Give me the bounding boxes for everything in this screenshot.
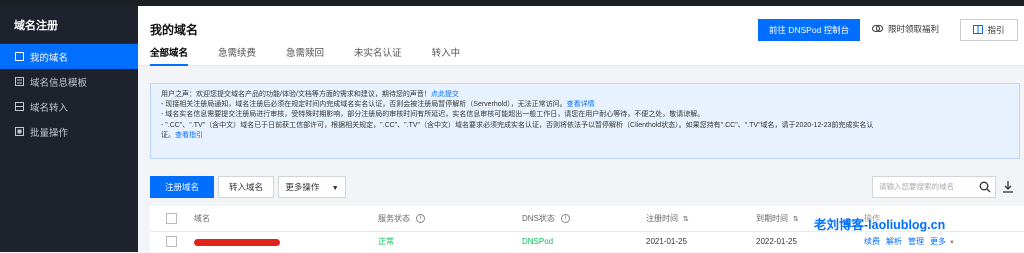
view-guide-link[interactable]: 查看指引 xyxy=(175,132,203,139)
search-icon[interactable] xyxy=(979,181,991,201)
sidebar-item-templates[interactable]: 域名信息模板 xyxy=(0,69,138,94)
dns-status-value: DNSPod xyxy=(522,237,554,246)
sidebar-item-batch[interactable]: 批量操作 xyxy=(0,119,138,144)
tab-all-domains[interactable]: 全部域名 xyxy=(150,46,189,66)
chevron-down-icon: ▼ xyxy=(331,185,339,192)
tab-unverified[interactable]: 未实名认证 xyxy=(354,46,402,66)
sidebar: 域名注册 我的域名 域名信息模板 域名转入 批量操作 xyxy=(0,6,138,252)
chevron-down-icon: ▼ xyxy=(949,240,955,246)
notice-box: 用户之声：欢迎您提交域名产品的功能/体验/文档等方面的需求和建议，期待您的声音！… xyxy=(150,83,1020,159)
registered-date: 2021-01-25 xyxy=(646,237,687,246)
gift-link[interactable]: 限时领取福利 xyxy=(872,23,939,35)
watermark: 老刘博客-laoliublog.cn xyxy=(814,214,946,233)
more-actions-label: 更多操作 xyxy=(285,182,320,192)
service-status-value: 正常 xyxy=(378,237,394,246)
notice-text: 用户之声：欢迎您提交域名产品的功能/体验/文档等方面的需求和建议，期待您的声音！ xyxy=(161,91,431,98)
expires-date: 2022-01-25 xyxy=(756,237,797,246)
manage-link[interactable]: 管理 xyxy=(908,232,924,252)
sidebar-item-label: 我的域名 xyxy=(30,52,69,64)
row-checkbox[interactable] xyxy=(166,236,177,247)
col-domain: 域名 xyxy=(194,214,210,223)
notice-line: 证。查看指引 xyxy=(161,131,1009,141)
sidebar-title: 域名注册 xyxy=(0,6,138,44)
batch-icon xyxy=(14,127,24,137)
book-icon xyxy=(973,24,984,36)
sidebar-item-transfer[interactable]: 域名转入 xyxy=(0,94,138,119)
col-label: 注册时间 xyxy=(646,214,678,223)
notice-line: 用户之声：欢迎您提交域名产品的功能/体验/文档等方面的需求和建议，期待您的声音！… xyxy=(161,90,1009,100)
table-row: 正常 DNSPod 2021-01-25 2022-01-25 续费 解析 管理… xyxy=(150,232,1024,252)
toolbar: 注册域名 转入域名 更多操作 ▼ 请输入您要搜索的域名 xyxy=(150,176,1024,198)
sort-icon: ⇅ xyxy=(683,216,689,223)
info-icon[interactable]: i xyxy=(416,214,425,224)
search-placeholder: 请输入您要搜索的域名 xyxy=(879,182,954,191)
col-label: 服务状态 xyxy=(378,214,410,223)
resolve-link[interactable]: 解析 xyxy=(886,232,902,252)
notice-line: - ".CC"、".TV"（含中文）域名已于日前获工信部许可，根据相关规定，".… xyxy=(161,121,874,129)
sort-icon: ⇅ xyxy=(793,216,799,223)
select-all-checkbox[interactable] xyxy=(166,213,177,224)
transfer-domain-button[interactable]: 转入域名 xyxy=(218,176,274,198)
sidebar-item-label: 域名信息模板 xyxy=(30,77,88,89)
col-label: DNS状态 xyxy=(522,214,555,223)
gift-icon xyxy=(872,24,883,35)
notice-line: - 域名实名信息需要提交注册局进行审核，受特殊时期影响，部分注册局的审核时间有所… xyxy=(161,111,705,119)
guide-label: 指引 xyxy=(987,25,1005,35)
sidebar-item-label: 域名转入 xyxy=(30,102,69,114)
col-label: 到期时间 xyxy=(756,214,788,223)
notice-text: 证。 xyxy=(161,131,175,139)
tab-bar: 全部域名 急需续费 急需赎回 未实名认证 转入中 xyxy=(150,46,490,66)
tab-redeem-urgent[interactable]: 急需赎回 xyxy=(286,46,324,66)
sidebar-item-my-domains[interactable]: 我的域名 xyxy=(0,44,138,69)
register-domain-button[interactable]: 注册域名 xyxy=(150,176,214,198)
col-service-status: 服务状态 i xyxy=(378,206,425,232)
template-icon xyxy=(14,77,24,87)
more-label: 更多 xyxy=(930,237,946,246)
tab-transferring[interactable]: 转入中 xyxy=(432,46,461,66)
notice-text: - 现接相关注册局通知，域名注册后必须在规定时间内完成域名实名认证，否则会被注册… xyxy=(161,101,567,109)
redacted-domain-name xyxy=(194,239,280,246)
transfer-icon xyxy=(14,102,24,112)
download-icon[interactable] xyxy=(1002,180,1014,198)
col-dns-status: DNS状态 i xyxy=(522,206,570,232)
info-icon[interactable]: i xyxy=(560,214,570,224)
page-title: 我的域名 xyxy=(150,23,199,37)
col-expires[interactable]: 到期时间 ⇅ xyxy=(756,206,799,233)
view-details-link[interactable]: 查看详情 xyxy=(567,101,595,108)
sidebar-item-label: 批量操作 xyxy=(30,127,69,139)
tab-renew-urgent[interactable]: 急需续费 xyxy=(218,46,256,66)
more-link[interactable]: 更多 ▼ xyxy=(930,232,955,253)
renew-link[interactable]: 续费 xyxy=(864,232,880,252)
page-header: 我的域名 全部域名 急需续费 急需赎回 未实名认证 转入中 前往 DNSPod … xyxy=(138,6,1024,66)
more-actions-dropdown[interactable]: 更多操作 ▼ xyxy=(278,176,346,198)
guide-button[interactable]: 指引 xyxy=(960,19,1018,41)
file-icon xyxy=(14,52,24,62)
gift-label: 限时领取福利 xyxy=(888,24,940,34)
dnspod-console-button[interactable]: 前往 DNSPod 控制台 xyxy=(758,19,860,41)
submit-feedback-link[interactable]: 点此提交 xyxy=(431,91,459,98)
col-registered[interactable]: 注册时间 ⇅ xyxy=(646,206,689,233)
search-input[interactable]: 请输入您要搜索的域名 xyxy=(872,176,996,198)
notice-line: - 现接相关注册局通知，域名注册后必须在规定时间内完成域名实名认证，否则会被注册… xyxy=(161,100,1009,110)
